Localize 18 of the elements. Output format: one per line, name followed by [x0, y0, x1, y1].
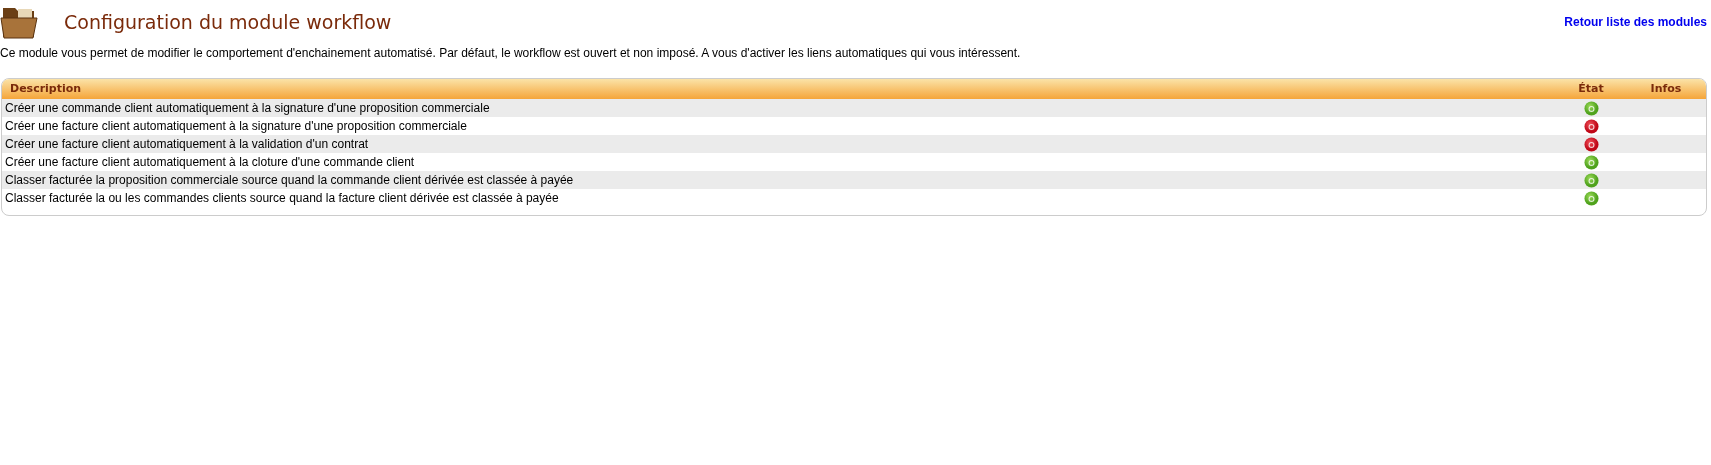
- back-link[interactable]: Retour liste des modules: [1564, 13, 1707, 31]
- table-cell: Créer une facture client automatiquement à la validation d'un contrat: [5, 137, 369, 151]
- table-cell: Classer facturée la proposition commerciale source quand la commande client dérivée est classée à payée: [5, 173, 574, 187]
- switch-on-icon[interactable]: [1583, 154, 1599, 170]
- switch-on-icon[interactable]: [1583, 190, 1599, 206]
- table-cell: Créer une facture client automatiquement à la cloture d'une commande client: [5, 155, 415, 169]
- table-cell: Créer une facture client automatiquement à la signature d'une proposition commerciale: [5, 119, 467, 133]
- page-title: Configuration du module workflow: [64, 10, 392, 34]
- table-cell: Créer une commande client automatiquement à la signature d'une proposition commerciale: [5, 101, 490, 115]
- table-cell: Classer facturée la ou les commandes clients source quand la facture client dérivée est classée à payée: [5, 191, 559, 205]
- column-header: État: [1578, 80, 1604, 97]
- switch-on-icon[interactable]: [1583, 172, 1599, 188]
- switch-off-icon[interactable]: [1583, 136, 1599, 152]
- column-header: Infos: [1650, 81, 1682, 95]
- switch-on-icon[interactable]: [1583, 100, 1599, 116]
- intro-text: Ce module vous permet de modifier le comportement d'enchainement automatisé. Par défaut, le workflow est ouvert et non imposé. A vous d'activer les liens automatiques qui vous intéressent.: [0, 45, 1022, 62]
- switch-off-icon[interactable]: [1583, 118, 1599, 134]
- column-header: Description: [10, 81, 82, 95]
